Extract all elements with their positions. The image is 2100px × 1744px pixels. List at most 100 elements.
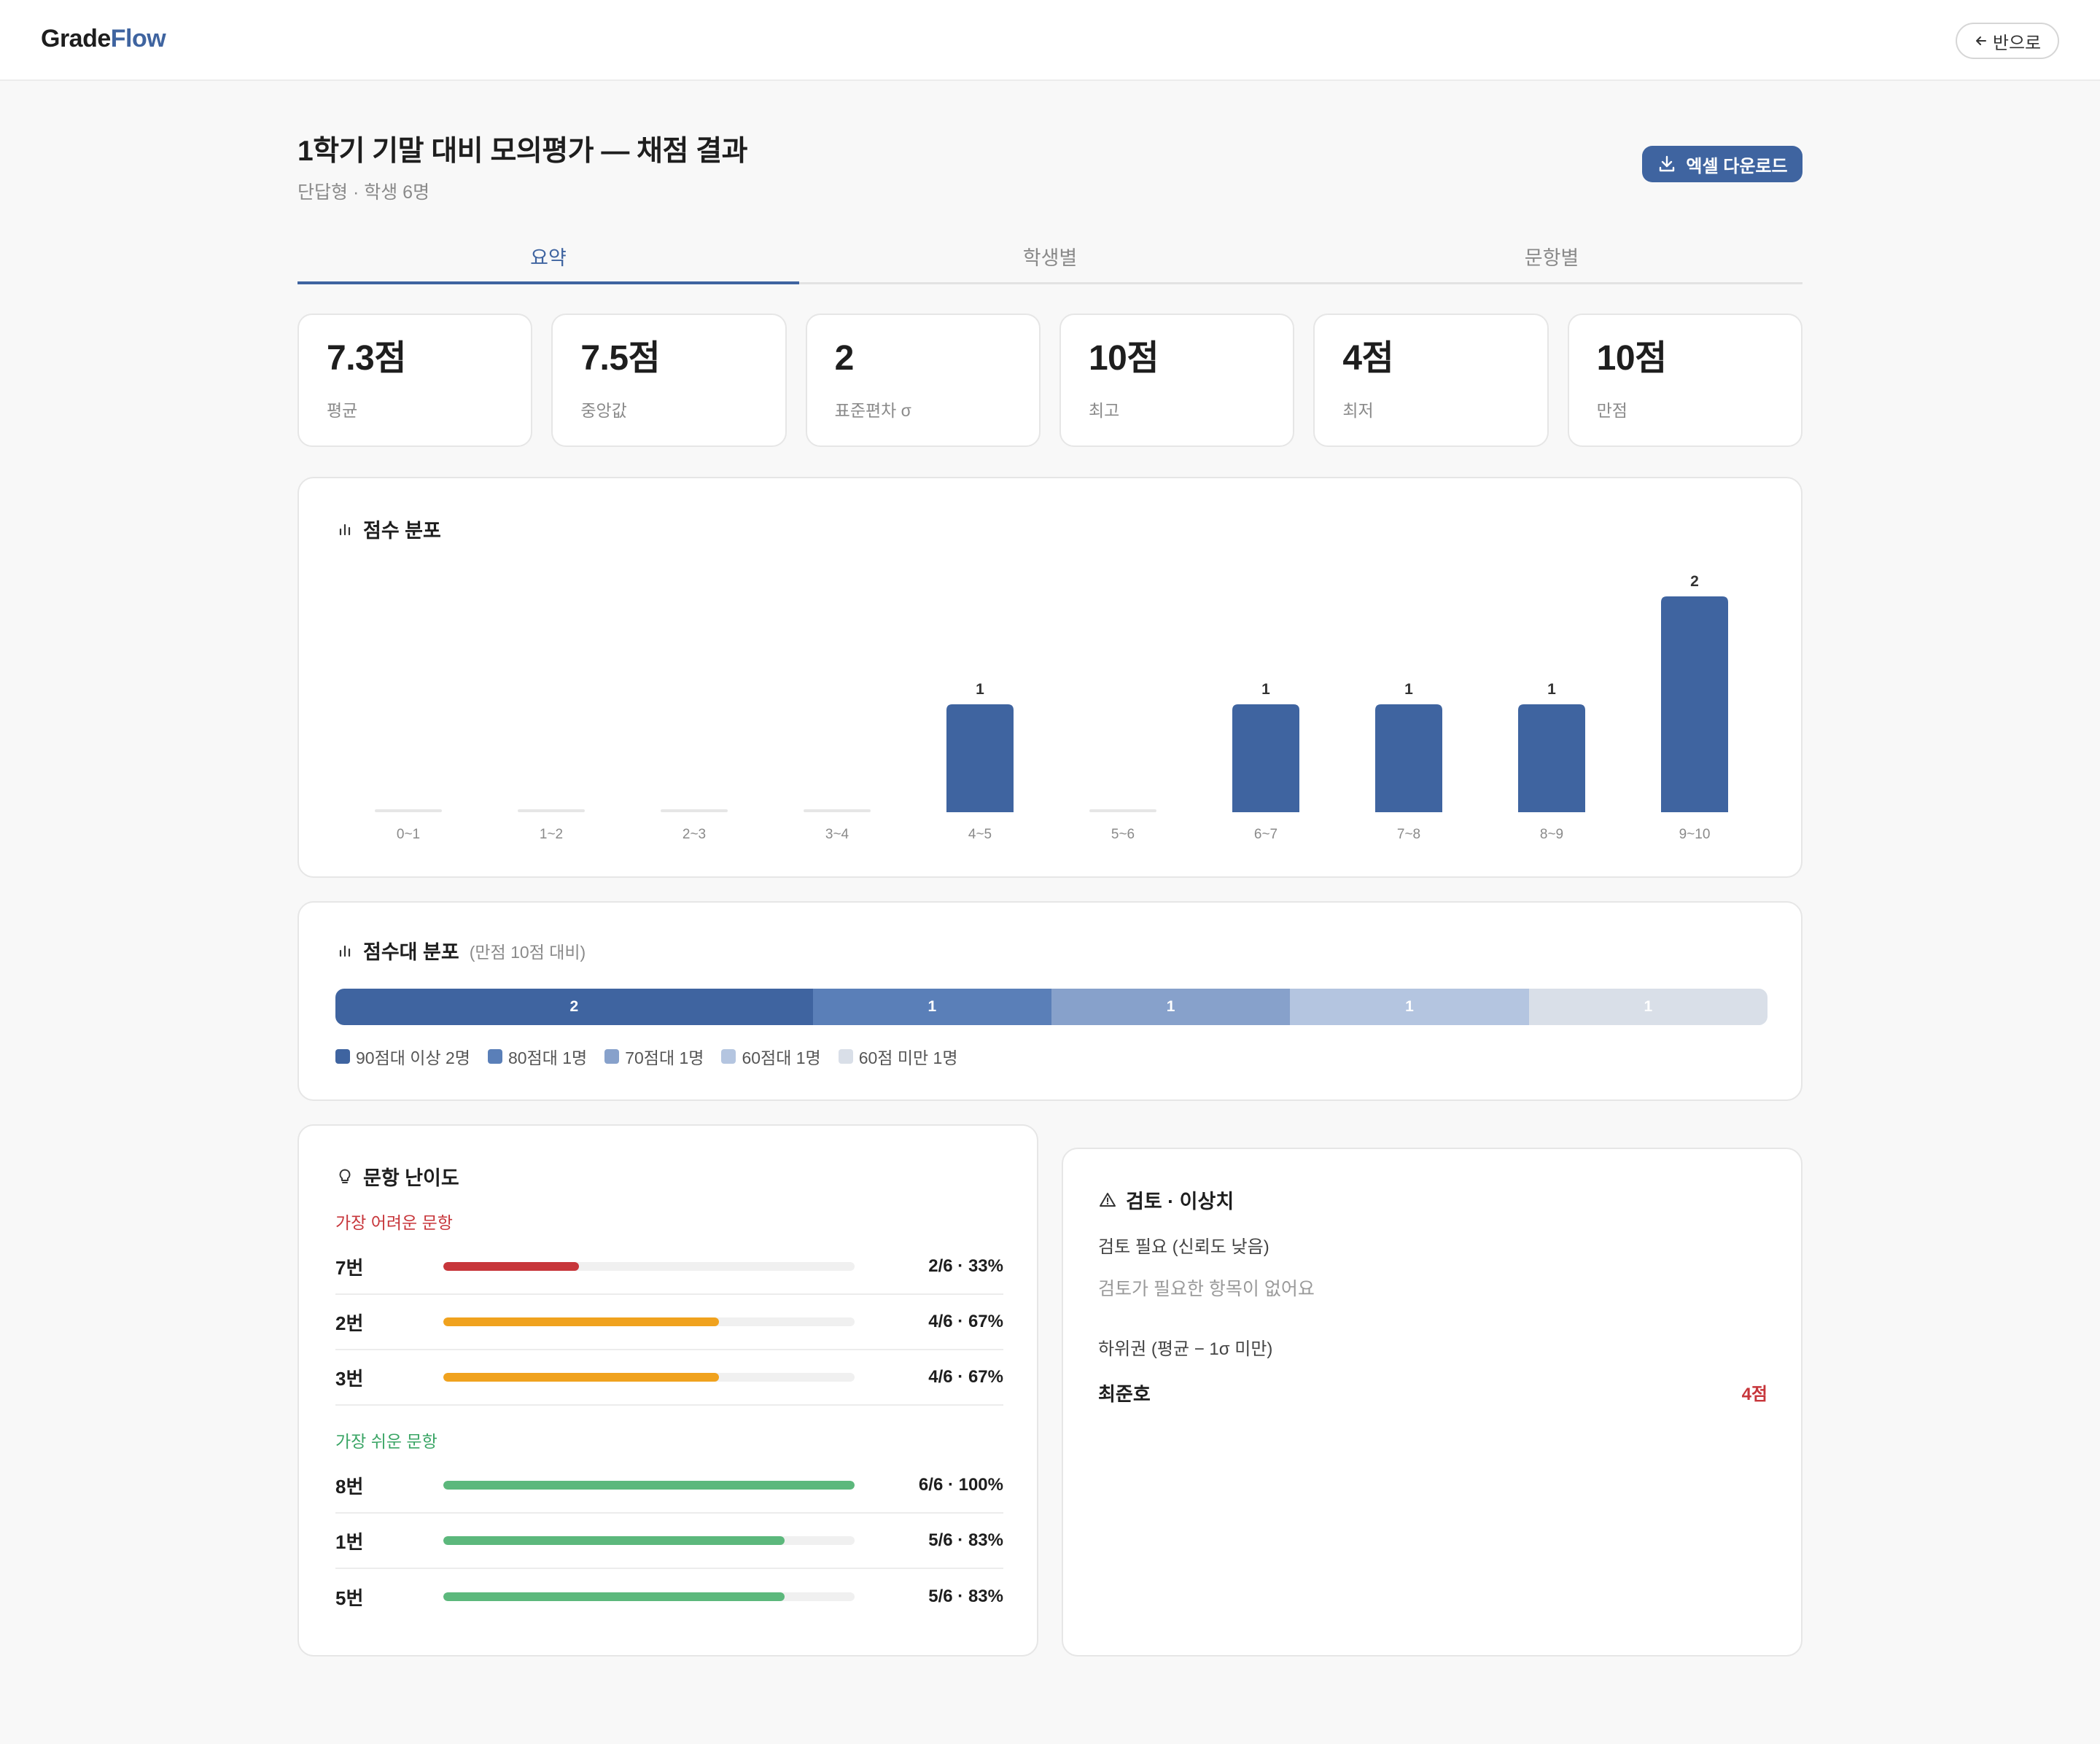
stat-card-stddev: 2 표준편차 σ (805, 314, 1041, 447)
bar-chart-icon (339, 945, 351, 957)
histogram-bar-label: 1 (1547, 681, 1556, 698)
question-bar-fill (443, 1262, 580, 1271)
stat-value: 7.3점 (327, 339, 406, 378)
histogram-category-label: 0~1 (397, 827, 420, 842)
band-segment: 1 (1290, 989, 1529, 1025)
question-bar-track (443, 1536, 855, 1545)
histogram-bar-empty (804, 809, 871, 812)
needs-review-label: 검토 필요 (신뢰도 낮음) (1098, 1237, 1269, 1257)
review-outlier-card: 검토 · 이상치 검토 필요 (신뢰도 낮음) 검토가 필요한 항목이 없어요 … (1062, 1148, 1802, 1657)
arrow-left-icon (1975, 36, 1986, 45)
question-bar-fill (443, 1317, 719, 1326)
back-button-label: 반으로 (1992, 33, 2042, 53)
stat-value: 10점 (1088, 339, 1159, 378)
question-row[interactable]: 2번 4/6 · 67% (335, 1295, 1003, 1350)
histogram-bar (1232, 704, 1299, 812)
score-band-card: 점수대 분포 (만점 10점 대비) 2 1 1 1 1 90점대 이상 2명 … (298, 901, 1802, 1101)
legend-item: 90점대 이상 2명 (335, 1044, 470, 1069)
histogram-bar-empty (661, 809, 728, 812)
question-difficulty-title-text: 문항 난이도 (363, 1167, 459, 1189)
page-title: 1학기 기말 대비 모의평가 — 채점 결과 (298, 136, 748, 167)
tab-summary[interactable]: 요약 (298, 233, 799, 284)
easiest-questions-label: 가장 쉬운 문항 (335, 1432, 438, 1451)
legend-item: 60점대 1명 (721, 1044, 821, 1069)
stat-label: 최고 (1088, 401, 1120, 420)
tab-by-question[interactable]: 문항별 (1301, 233, 1802, 282)
stat-label: 평균 (327, 401, 358, 420)
app-logo[interactable]: GradeFlow (41, 25, 166, 53)
question-row[interactable]: 5번 5/6 · 83% (335, 1569, 1003, 1624)
question-correct-rate: 5/6 · 83% (928, 1530, 1003, 1550)
logo-text-flow: Flow (110, 25, 166, 52)
question-name: 5번 (335, 1587, 364, 1609)
bar-chart-icon (339, 523, 351, 535)
histogram-category-label: 8~9 (1540, 827, 1563, 842)
question-bar-track (443, 1373, 855, 1382)
stat-value: 4점 (1342, 339, 1394, 378)
question-row[interactable]: 7번 2/6 · 33% (335, 1239, 1003, 1295)
legend-label: 90점대 이상 2명 (356, 1048, 470, 1067)
question-bar-track (443, 1592, 855, 1601)
histogram-bar (1518, 704, 1585, 812)
score-band-legend: 90점대 이상 2명 80점대 1명 70점대 1명 60점대 1명 60점 미… (335, 1044, 958, 1069)
legend-label: 60점 미만 1명 (858, 1048, 958, 1067)
stat-label: 중앙값 (580, 401, 627, 420)
page-subtitle: 단답형 · 학생 6명 (298, 182, 430, 203)
question-name: 1번 (335, 1530, 364, 1553)
stat-value: 10점 (1596, 339, 1668, 378)
histogram-category-label: 7~8 (1397, 827, 1420, 842)
legend-item: 70점대 1명 (604, 1044, 704, 1069)
top-bar: GradeFlow 반으로 (0, 0, 2100, 81)
histogram-category-label: 2~3 (682, 827, 706, 842)
question-row[interactable]: 1번 5/6 · 83% (335, 1514, 1003, 1569)
question-name: 8번 (335, 1475, 364, 1498)
score-distribution-card: 0~1 1~2 2~3 3~4 1 4~5 5~6 1 6~7 1 7~8 1 8~9 2 9~10 점수 … (298, 477, 1802, 878)
result-tabs: 요약 학생별 문항별 (298, 233, 1802, 284)
question-bar-fill (443, 1481, 855, 1490)
histogram-bar (1375, 704, 1442, 812)
histogram-category-label: 9~10 (1679, 827, 1711, 842)
low-student-row[interactable]: 최준호 4점 (1098, 1379, 1768, 1406)
score-band-title-text: 점수대 분포 (363, 941, 459, 963)
question-bar-fill (443, 1373, 719, 1382)
question-bar-fill (443, 1536, 785, 1545)
histogram-category-label: 3~4 (825, 827, 849, 842)
student-name: 최준호 (1098, 1383, 1151, 1405)
question-name: 2번 (335, 1312, 364, 1334)
histogram-bar-label: 1 (1261, 681, 1270, 698)
question-correct-rate: 2/6 · 33% (928, 1256, 1003, 1276)
back-to-class-button[interactable]: 반으로 (1956, 23, 2059, 59)
histogram-category-label: 4~5 (968, 827, 992, 842)
question-row[interactable]: 8번 6/6 · 100% (335, 1458, 1003, 1514)
question-bar-fill (443, 1592, 785, 1601)
histogram-bar-empty (375, 809, 442, 812)
score-band-title: 점수대 분포 (만점 10점 대비) (335, 936, 586, 965)
stat-label: 표준편차 σ (834, 401, 911, 420)
download-icon (1660, 155, 1675, 172)
score-band-bar: 2 1 1 1 1 (335, 989, 1768, 1025)
legend-swatch (335, 1049, 350, 1064)
histogram-bar-label: 2 (1690, 573, 1699, 590)
warning-triangle-icon (1100, 1192, 1116, 1207)
lightbulb-icon (339, 1169, 351, 1183)
histogram-bar-label: 1 (1404, 681, 1413, 698)
legend-swatch (721, 1049, 736, 1064)
stat-card-mean: 7.3점평균 (298, 314, 533, 447)
excel-download-button[interactable]: 엑셀 다운로드 (1642, 146, 1802, 182)
stat-value: 7.5점 (580, 339, 661, 378)
legend-swatch (487, 1049, 502, 1064)
legend-item: 60점 미만 1명 (838, 1044, 958, 1069)
band-segment: 1 (1051, 989, 1291, 1025)
question-correct-rate: 6/6 · 100% (918, 1475, 1003, 1495)
stat-card-median: 7.5점중앙값 (551, 314, 787, 447)
histogram-bar-empty (1089, 809, 1156, 812)
tab-by-student[interactable]: 학생별 (799, 233, 1301, 282)
question-difficulty-title: 문항 난이도 (335, 1162, 459, 1191)
question-correct-rate: 5/6 · 83% (928, 1587, 1003, 1606)
low-group-label: 하위권 (평균 − 1σ 미만) (1098, 1339, 1273, 1359)
stat-label: 최저 (1342, 401, 1374, 420)
histogram-bar (1661, 596, 1728, 812)
question-row[interactable]: 3번 4/6 · 67% (335, 1350, 1003, 1406)
question-correct-rate: 4/6 · 67% (928, 1312, 1003, 1331)
score-distribution-title: 점수 분포 (335, 515, 441, 543)
